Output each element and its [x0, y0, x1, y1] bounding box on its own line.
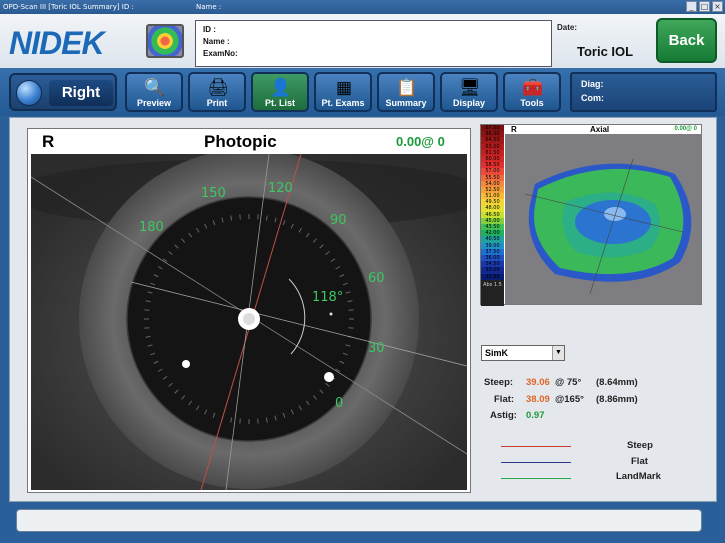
steep-legend-label: Steep	[627, 440, 653, 451]
tools-button[interactable]: 🧰 Tools	[503, 72, 561, 112]
degree-label-60: 60	[368, 271, 385, 286]
landmark-legend-line	[501, 478, 571, 479]
print-button[interactable]: 🖨 Print	[188, 72, 246, 112]
patient-icon: 👤	[270, 78, 292, 97]
summary-label: Summary	[385, 98, 427, 108]
astig-label: Astig:	[490, 410, 517, 421]
flat-axis: @165°	[555, 394, 584, 405]
chevron-down-icon[interactable]: ▼	[552, 346, 564, 360]
exams-icon: ▦	[335, 78, 353, 97]
eye-image-panel: R Photopic 0.00@ 0 150 120 180 90 60 30 …	[27, 128, 471, 493]
scale-footer: Abs 1.5	[483, 281, 502, 288]
summary-icon: 📋	[396, 78, 418, 97]
steep-radius: (8.64mm)	[596, 377, 638, 388]
flat-label: Flat:	[494, 394, 515, 405]
window-titlebar: OPD-Scan III [Toric IOL Summary] ID : Na…	[0, 0, 725, 14]
degree-label-30: 30	[368, 341, 385, 356]
eye-side-button[interactable]: Right	[9, 73, 117, 111]
patient-exams-label: Pt. Exams	[321, 98, 365, 108]
nidek-logo: NIDEK	[9, 25, 105, 61]
steep-axis: @ 75°	[555, 377, 582, 388]
simk-selected-value: SimK	[485, 348, 509, 358]
flat-legend-line	[501, 462, 571, 463]
display-button[interactable]: 🖥 Display	[440, 72, 498, 112]
eye-image-title: Photopic	[204, 132, 277, 151]
eye-photo[interactable]: 150 120 180 90 60 30 0 118°	[31, 154, 467, 490]
preview-icon: 🔍	[144, 78, 166, 97]
preview-button[interactable]: 🔍 Preview	[125, 72, 183, 112]
steep-label: Steep:	[484, 377, 514, 388]
patient-exams-button[interactable]: ▦ Pt. Exams	[314, 72, 372, 112]
astig-value: 0.97	[526, 410, 545, 421]
simk-dropdown[interactable]: SimK ▼	[481, 345, 565, 361]
preview-label: Preview	[136, 98, 172, 108]
scale-step: 31.50	[481, 273, 504, 280]
eye-image-header: R Photopic 0.00@ 0	[28, 129, 470, 153]
flat-radius: (8.86mm)	[596, 394, 638, 405]
tools-icon: 🧰	[522, 78, 544, 97]
print-label: Print	[206, 98, 228, 108]
landmark-legend-label: LandMark	[616, 471, 661, 482]
topography-map-icon	[146, 24, 184, 58]
degree-label-90: 90	[330, 213, 347, 228]
flat-legend-label: Flat	[631, 456, 648, 467]
com-label: Com:	[581, 93, 604, 103]
steep-legend-line	[501, 446, 571, 447]
degree-label-0: 0	[335, 396, 343, 411]
patient-list-button[interactable]: 👤 Pt. List	[251, 72, 309, 112]
toolbar: Right 🔍 Preview 🖨 Print 👤 Pt. List ▦ Pt.…	[0, 68, 725, 116]
date-box: Date: Toric IOL	[555, 20, 651, 67]
degree-label-180: 180	[139, 220, 164, 235]
name-label: Name :	[203, 37, 230, 46]
eye-side-label: Right	[49, 80, 113, 106]
main-panel: R Photopic 0.00@ 0 150 120 180 90 60 30 …	[9, 117, 717, 502]
summary-button[interactable]: 📋 Summary	[377, 72, 435, 112]
tools-label: Tools	[520, 98, 544, 108]
status-bar	[16, 509, 702, 532]
date-label: Date:	[557, 23, 578, 32]
header: NIDEK ID : Name : ExamNo: Date: Toric IO…	[0, 14, 725, 68]
printer-icon: 🖨	[207, 78, 229, 97]
map-eye-indicator: R	[511, 125, 517, 134]
examno-label: ExamNo:	[203, 49, 238, 58]
back-button[interactable]: Back	[656, 18, 717, 63]
display-label: Display	[452, 98, 485, 108]
axial-map-panel: 67.50 66.00 64.50 63.00 61.50 60.00 58.50 57.00…	[480, 124, 702, 306]
axial-map-image[interactable]	[505, 134, 701, 304]
angle-readout: 118°	[312, 290, 343, 305]
map-value: 0.00@ 0	[674, 126, 697, 132]
eye-image-value: 0.00@ 0	[396, 134, 445, 149]
eye-ball-icon	[16, 80, 42, 106]
window-title: OPD-Scan III [Toric IOL Summary] ID :	[3, 3, 134, 11]
degree-label-120: 120	[268, 181, 293, 196]
flat-value: 38.09	[526, 394, 550, 405]
diagnosis-box: Diag: Com:	[570, 72, 717, 112]
degree-label-150: 150	[201, 186, 226, 201]
close-button[interactable]: ×	[712, 1, 723, 12]
page-name: Toric IOL	[577, 44, 634, 59]
id-label: ID :	[203, 25, 216, 34]
eye-side-indicator: R	[42, 132, 55, 151]
map-title: Axial	[590, 125, 610, 134]
display-icon: 🖥	[459, 78, 481, 97]
patient-list-label: Pt. List	[264, 98, 295, 108]
window-name-label: Name :	[196, 3, 222, 11]
steep-value: 39.06	[526, 377, 550, 388]
maximize-button[interactable]: □	[699, 1, 710, 12]
minimize-button[interactable]: _	[686, 1, 697, 12]
diag-label: Diag:	[581, 79, 604, 89]
patient-info-box: ID : Name : ExamNo:	[195, 20, 552, 67]
color-scale: 67.50 66.00 64.50 63.00 61.50 60.00 58.50 57.00…	[481, 125, 504, 306]
